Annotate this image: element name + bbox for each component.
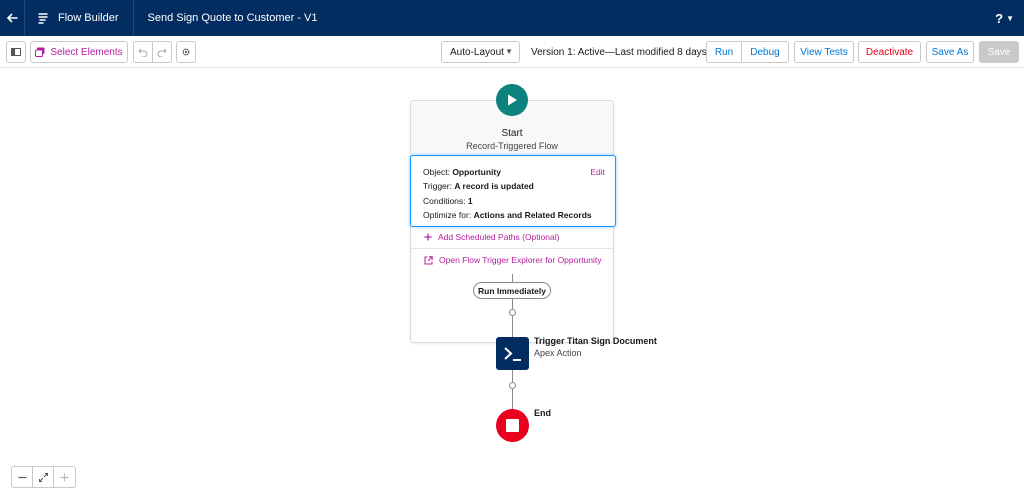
panel-toggle-icon [11,48,21,56]
zoom-in-button[interactable] [54,467,75,487]
conditions-row: Conditions: 1 [423,196,473,206]
undo-button[interactable] [133,41,153,63]
toggle-panel-button[interactable] [6,41,26,63]
zoom-controls [11,466,76,488]
gear-icon [182,48,190,56]
select-elements-icon [35,47,45,57]
flow-icon [37,12,49,24]
optimize-value: Actions and Related Records [473,210,592,220]
settings-button[interactable] [176,41,196,63]
undo-icon [138,48,148,57]
version-status: Version 1: Active—Last modified 8 days a… [531,47,727,58]
help-label: ? [995,10,1004,26]
layout-select-value: Auto-Layout [450,46,504,58]
optimize-label: Optimize for: [423,210,472,220]
start-node-icon[interactable] [496,84,528,116]
deactivate-button[interactable]: Deactivate [858,41,921,63]
connector-line [512,370,513,382]
object-label: Object: [423,167,450,177]
trigger-label: Trigger: [423,181,452,191]
external-link-icon [424,255,433,265]
apex-action-subtitle: Apex Action [534,348,582,358]
view-tests-button[interactable]: View Tests [794,41,854,63]
connector-line [512,299,513,309]
object-row: Object: Opportunity [423,167,501,177]
object-value: Opportunity [452,167,501,177]
fit-view-icon [38,472,48,482]
app-title-label: Flow Builder [58,12,119,24]
apex-action-title: Trigger Titan Sign Document [534,336,657,346]
flow-canvas[interactable]: Start Record-Triggered Flow Object: Oppo… [0,68,1024,499]
plus-icon [60,473,69,481]
caret-down-icon: ▼ [1006,13,1014,23]
redo-button[interactable] [152,41,172,63]
trigger-value: A record is updated [454,181,534,191]
save-button[interactable]: Save [979,41,1019,63]
trigger-row: Trigger: A record is updated [423,181,534,191]
play-icon [508,94,517,106]
add-scheduled-paths-label: Add Scheduled Paths (Optional) [438,232,560,242]
redo-icon [157,48,167,57]
zoom-out-button[interactable] [12,467,33,487]
stop-icon [506,419,519,432]
conditions-label: Conditions: [423,196,466,206]
select-elements-label: Select Elements [50,46,123,58]
debug-button[interactable]: Debug [741,41,789,63]
add-element-connector[interactable] [509,309,516,316]
select-elements-button[interactable]: Select Elements [30,41,128,63]
connector-line [512,274,513,282]
open-trigger-explorer-link[interactable]: Open Flow Trigger Explorer for Opportuni… [424,255,602,265]
plus-icon [424,233,432,241]
trigger-details-panel[interactable]: Object: Opportunity Edit Trigger: A reco… [410,155,616,227]
conditions-value: 1 [467,196,473,206]
apex-action-node[interactable] [496,337,529,370]
run-button[interactable]: Run [706,41,742,63]
help-menu[interactable]: ? ▼ [995,0,1014,36]
add-scheduled-paths-link[interactable]: Add Scheduled Paths (Optional) [424,232,559,242]
apex-terminal-icon [503,346,521,361]
flow-name: Send Sign Quote to Customer - V1 [147,12,318,24]
arrow-left-icon [6,13,18,23]
app-title: Flow Builder [25,0,133,36]
fit-view-button[interactable] [33,467,54,487]
save-as-button[interactable]: Save As [926,41,974,63]
run-immediately-path-label[interactable]: Run Immediately [473,282,551,299]
app-header: Flow Builder Send Sign Quote to Customer… [0,0,1024,36]
start-node-subtitle: Record-Triggered Flow [466,141,558,151]
optimize-row: Optimize for: Actions and Related Record… [423,210,592,220]
chevron-down-icon: ▼ [505,47,513,56]
minus-icon [18,476,26,478]
end-node[interactable] [496,409,529,442]
start-node-title: Start [501,128,523,139]
card-divider [411,248,613,249]
back-button[interactable] [0,0,24,36]
connector-line [512,389,513,409]
end-node-label: End [534,408,551,418]
open-trigger-explorer-label: Open Flow Trigger Explorer for Opportuni… [439,255,602,265]
add-element-connector[interactable] [509,382,516,389]
connector-line [512,316,513,337]
layout-select[interactable]: Auto-Layout ▼ [441,41,520,63]
toolbar: Select Elements Auto-Layout ▼ Version 1:… [0,36,1024,68]
edit-trigger-link[interactable]: Edit [590,167,605,177]
